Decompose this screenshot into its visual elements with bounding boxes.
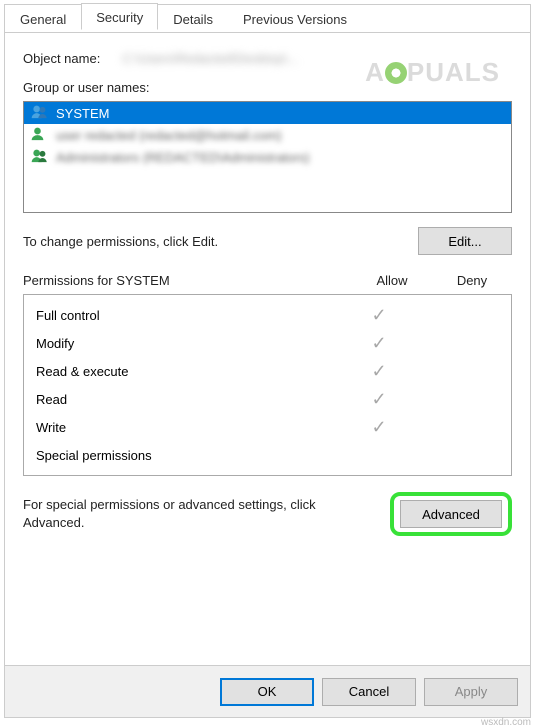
object-name-value: C:\Users\Redacted\Desktop\... — [122, 51, 298, 66]
edit-hint-label: To change permissions, click Edit. — [23, 234, 408, 249]
users-icon — [30, 148, 50, 166]
advanced-highlight: Advanced — [390, 492, 512, 536]
advanced-hint-label: For special permissions or advanced sett… — [23, 496, 378, 532]
watermark-logo: APUALS — [365, 57, 500, 88]
edit-button[interactable]: Edit... — [418, 227, 512, 255]
users-icon — [30, 104, 50, 122]
group-users-listbox[interactable]: SYSTEM user redacted (redacted@hotmail.c… — [23, 101, 512, 213]
appuals-logo-icon — [385, 62, 407, 84]
permission-row: Read & execute ✓ — [24, 357, 511, 385]
list-item-label: Administrators (REDACTED\Administrators) — [56, 150, 310, 165]
permissions-for-label: Permissions for SYSTEM — [23, 273, 352, 288]
allow-check-icon: ✓ — [339, 389, 419, 410]
list-item-label: SYSTEM — [56, 106, 109, 121]
permission-name: Read — [36, 392, 339, 407]
allow-check-icon: ✓ — [339, 333, 419, 354]
allow-check-icon: ✓ — [339, 361, 419, 382]
permission-name: Modify — [36, 336, 339, 351]
advanced-button[interactable]: Advanced — [400, 500, 502, 528]
permissions-header: Permissions for SYSTEM Allow Deny — [23, 273, 512, 288]
ok-button[interactable]: OK — [220, 678, 314, 706]
tab-previous-versions[interactable]: Previous Versions — [228, 6, 362, 33]
tab-strip: General Security Details Previous Versio… — [5, 5, 530, 33]
permissions-listbox: Full control ✓ Modify ✓ Read & execute ✓… — [23, 294, 512, 476]
allow-check-icon: ✓ — [339, 305, 419, 326]
list-item-label: user redacted (redacted@hotmail.com) — [56, 128, 282, 143]
dialog-button-bar: OK Cancel Apply — [5, 665, 530, 717]
edit-row: To change permissions, click Edit. Edit.… — [23, 227, 512, 255]
allow-column-header: Allow — [352, 273, 432, 288]
security-tab-content: Object name: C:\Users\Redacted\Desktop\.… — [5, 33, 530, 544]
permission-row: Special permissions — [24, 441, 511, 469]
permission-row: Modify ✓ — [24, 329, 511, 357]
user-icon — [30, 126, 50, 144]
permission-row: Full control ✓ — [24, 301, 511, 329]
deny-column-header: Deny — [432, 273, 512, 288]
tab-details[interactable]: Details — [158, 6, 228, 33]
cancel-button[interactable]: Cancel — [322, 678, 416, 706]
tab-general[interactable]: General — [5, 6, 81, 33]
permission-name: Read & execute — [36, 364, 339, 379]
permission-name: Special permissions — [36, 448, 339, 463]
properties-dialog: General Security Details Previous Versio… — [4, 4, 531, 718]
list-item-system[interactable]: SYSTEM — [24, 102, 511, 124]
permission-name: Full control — [36, 308, 339, 323]
permission-name: Write — [36, 420, 339, 435]
permission-row: Write ✓ — [24, 413, 511, 441]
list-item-user[interactable]: user redacted (redacted@hotmail.com) — [24, 124, 511, 146]
list-item-administrators[interactable]: Administrators (REDACTED\Administrators) — [24, 146, 511, 168]
source-watermark: wsxdn.com — [481, 717, 531, 728]
advanced-row: For special permissions or advanced sett… — [23, 492, 512, 536]
object-name-label: Object name: — [23, 51, 100, 66]
permission-row: Read ✓ — [24, 385, 511, 413]
allow-check-icon: ✓ — [339, 417, 419, 438]
tab-security[interactable]: Security — [81, 3, 158, 30]
apply-button: Apply — [424, 678, 518, 706]
